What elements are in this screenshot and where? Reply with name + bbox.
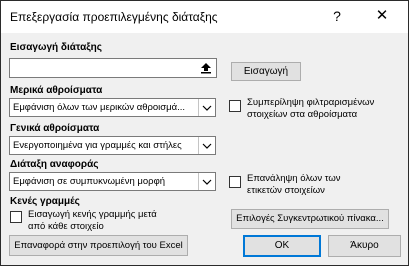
report-layout-select-value: Εμφάνιση σε συμπυκνωμένη μορφή [13,176,166,187]
include-filtered-label: Συμπερίληψη φιλτραρισμένων στοιχείων στα… [247,97,375,120]
chevron-down-icon[interactable] [198,99,215,116]
grand-totals-select[interactable]: Ενεργοποιημένα για γραμμές και στήλες [9,136,216,155]
import-layout-label: Εισαγωγή διάταξης [10,42,102,53]
close-button[interactable]: ✕ [371,6,393,26]
dialog-title: Επεξεργασία προεπιλεγμένης διάταξης [10,10,218,24]
report-layout-label: Διάταξη αναφοράς [10,159,99,170]
insert-blank-row-label: Εισαγωγή κενής γραμμής μετά από κάθε στο… [28,209,157,232]
title-bar: Επεξεργασία προεπιλεγμένης διάταξης ? ✕ [1,1,408,33]
subtotals-select[interactable]: Εμφάνιση όλων των μερικών αθροισμά... [9,98,216,117]
insert-blank-row-checkbox[interactable] [10,211,22,223]
ok-button[interactable]: OK [243,235,321,257]
repeat-labels-label: Επανάληψη όλων των ετικετών στοιχείων [247,173,341,196]
chevron-down-icon[interactable] [198,137,215,154]
report-layout-select[interactable]: Εμφάνιση σε συμπυκνωμένη μορφή [9,172,216,191]
include-filtered-checkbox[interactable] [229,100,241,112]
blank-rows-label: Κενές γραμμές [10,196,80,207]
grand-totals-label: Γενικά αθροίσματα [10,123,100,134]
dialog: Επεξεργασία προεπιλεγμένης διάταξης ? ✕ … [0,0,409,266]
repeat-labels-checkbox[interactable] [229,176,241,188]
subtotals-select-value: Εμφάνιση όλων των μερικών αθροισμά... [13,102,186,113]
reset-to-default-button[interactable]: Επαναφορά στην προεπιλογή του Excel [9,235,188,256]
import-button[interactable]: Εισαγωγή [231,62,301,81]
import-layout-input[interactable] [9,58,217,78]
range-select-icon[interactable] [197,60,215,76]
subtotals-label: Μερικά αθροίσματα [10,85,103,96]
grand-totals-select-value: Ενεργοποιημένα για γραμμές και στήλες [13,140,182,151]
help-button[interactable]: ? [326,6,348,26]
pivot-options-button[interactable]: Επιλογές Συγκεντρωτικού πίνακα... [231,209,389,229]
cancel-button[interactable]: Άκυρο [328,235,401,257]
chevron-down-icon[interactable] [198,173,215,190]
